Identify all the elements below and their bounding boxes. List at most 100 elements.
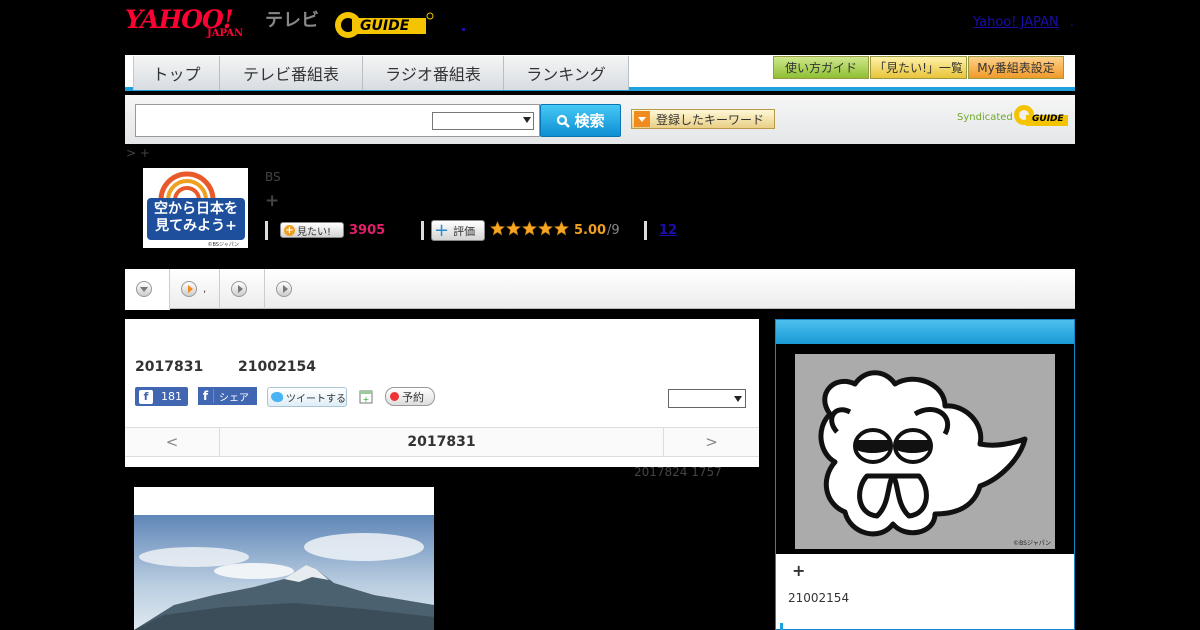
registered-keywords-label: 登録したキーワード — [656, 112, 765, 127]
side-program-time: 21002154 — [788, 591, 850, 605]
side-panel: ©BSジャパン + 21002154 — [775, 319, 1075, 630]
play-icon — [181, 281, 197, 297]
sub-tab-2[interactable]: , — [170, 269, 220, 309]
global-nav-tabs: トップ テレビ番組表 ラジオ番組表 ランキング — [133, 56, 629, 90]
sub-tab-1[interactable] — [125, 269, 170, 310]
star-icon — [538, 220, 553, 236]
search-button-label: 検索 — [574, 112, 605, 130]
updated-timestamp: 2017824 1757 — [634, 465, 722, 479]
gguide-logo-text: GUIDE — [360, 18, 410, 34]
stat-divider — [421, 221, 424, 240]
sub-tab-3[interactable] — [220, 269, 265, 309]
mascot-image: ©BSジャパン — [795, 354, 1055, 549]
breadcrumb[interactable]: > + — [126, 146, 150, 160]
date-navigation: < 2017831 > — [125, 427, 759, 457]
nav-tab-top[interactable]: トップ — [134, 56, 220, 90]
next-day-button[interactable]: > — [663, 428, 759, 456]
channel-label: BS — [265, 170, 281, 184]
reserve-recording-button[interactable]: 予約 — [385, 387, 435, 406]
sub-tab-label: , — [203, 283, 207, 295]
side-image-frame: ©BSジャパン — [776, 344, 1074, 554]
sub-tab-4[interactable] — [265, 269, 300, 309]
rating-denominator: /9 — [607, 223, 620, 238]
twitter-bird-icon — [271, 392, 283, 402]
stat-divider — [265, 221, 268, 240]
star-icon — [554, 220, 569, 236]
facebook-share-button[interactable]: f シェア — [198, 387, 257, 405]
svg-text:+: + — [363, 395, 370, 404]
stat-divider — [644, 221, 647, 240]
plus-icon: + — [284, 224, 295, 236]
chevron-down-icon — [734, 396, 742, 402]
yahoo-japan-logo[interactable]: YAHOO! JAPAN — [125, 5, 263, 41]
registered-keywords-button[interactable]: 登録したキーワード — [631, 109, 775, 129]
want-count: 3905 — [349, 223, 386, 238]
tweet-label: ツイートする — [286, 393, 346, 405]
play-icon — [231, 281, 247, 297]
usage-guide-button[interactable]: 使い方ガイド — [773, 56, 869, 79]
star-icon — [522, 220, 537, 236]
broadcast-panel: 2017831 21002154 f 181 f シェア ツイートする + 予約… — [125, 319, 759, 467]
facebook-like-count: 181 — [161, 390, 182, 403]
search-icon — [557, 114, 571, 128]
facebook-icon: f — [139, 389, 153, 404]
dropdown-arrow-icon — [634, 111, 650, 127]
tv-label[interactable]: テレビ — [265, 6, 319, 32]
program-scene-image — [134, 487, 434, 630]
record-dot-icon — [390, 392, 399, 401]
add-to-calendar-icon[interactable]: + — [358, 388, 374, 404]
header-dot — [462, 28, 465, 31]
star-icon — [490, 220, 505, 236]
program-logo-caption: 空から日本を見てみよう+ — [154, 201, 238, 234]
search-bar: 検索 登録したキーワード Syndicated GUIDE — [125, 95, 1075, 144]
review-count-link[interactable]: 12 — [659, 223, 677, 238]
facebook-like-button[interactable]: f 181 — [135, 387, 188, 406]
syndicated-label: Syndicated — [957, 112, 1013, 123]
search-button[interactable]: 検索 — [540, 104, 621, 137]
facebook-icon: f — [198, 389, 214, 403]
broadcast-time: 21002154 — [238, 359, 316, 375]
broadcast-date: 2017831 — [135, 359, 204, 375]
reserve-label: 予約 — [402, 390, 424, 404]
nav-tab-radio-listings[interactable]: ラジオ番組表 — [363, 56, 504, 90]
side-accent-mark — [780, 623, 783, 630]
header-separator: . — [1070, 15, 1074, 29]
rate-button-label: 評価 — [453, 224, 476, 238]
svg-text:©BSジャパン: ©BSジャパン — [1013, 540, 1051, 547]
broadcast-select[interactable] — [668, 389, 746, 408]
program-logo-image: ©BSジャパン 空から日本を見てみよう+ — [143, 168, 248, 248]
syndicated-logo-text: GUIDE — [1032, 114, 1064, 124]
star-icon — [506, 220, 521, 236]
chevron-down-icon — [523, 117, 531, 123]
side-panel-header — [776, 320, 1074, 344]
svg-text:©BSジャパン: ©BSジャパン — [207, 241, 239, 248]
facebook-share-label: シェア — [219, 392, 249, 404]
nav-tab-tv-listings[interactable]: テレビ番組表 — [220, 56, 363, 90]
nav-tab-ranking[interactable]: ランキング — [504, 56, 629, 90]
want-list-button[interactable]: 「見たい!」一覧 — [870, 56, 967, 79]
yahoo-logo-sub: JAPAN — [207, 28, 244, 39]
rate-button[interactable]: + 評価 — [431, 220, 485, 241]
site-header: YAHOO! JAPAN テレビ GUIDE Yahoo! JAPAN . — [0, 0, 1200, 55]
want-to-watch-button[interactable]: + 見たい! — [280, 222, 344, 238]
program-title: + — [265, 191, 280, 211]
rating-stars — [490, 220, 569, 237]
chevron-down-icon — [136, 280, 152, 297]
global-nav-buttons: 使い方ガイド 「見たい!」一覧 My番組表設定 — [773, 56, 1064, 79]
syndicated-gguide-logo: GUIDE — [1012, 103, 1068, 127]
program-sub-tabs: , — [125, 269, 1075, 310]
play-icon — [276, 281, 292, 297]
current-date-label: 2017831 — [407, 434, 476, 450]
previous-day-button[interactable]: < — [125, 428, 220, 456]
search-category-select[interactable] — [432, 112, 534, 130]
tweet-button[interactable]: ツイートする — [267, 387, 347, 407]
rating-score: 5.00 — [574, 223, 607, 238]
my-listings-settings-button[interactable]: My番組表設定 — [968, 56, 1064, 79]
plus-icon: + — [434, 219, 450, 241]
want-to-watch-label: 見たい! — [297, 226, 332, 238]
side-program-title: + — [792, 561, 806, 580]
page: YAHOO! JAPAN テレビ GUIDE Yahoo! JAPAN . トッ… — [0, 0, 1200, 630]
gguide-logo[interactable]: GUIDE — [334, 8, 434, 42]
global-nav: トップ テレビ番組表 ラジオ番組表 ランキング 使い方ガイド 「見たい!」一覧 … — [125, 55, 1075, 91]
yahoo-japan-link[interactable]: Yahoo! JAPAN — [973, 15, 1059, 30]
